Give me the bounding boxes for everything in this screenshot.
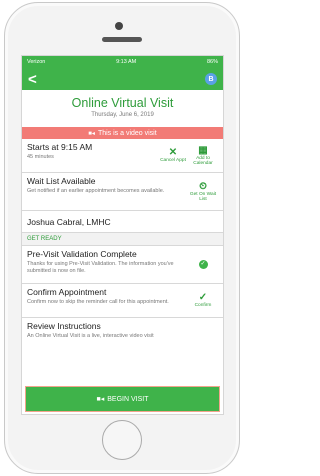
calendar-icon: ▦ bbox=[198, 144, 208, 156]
confirm-label: Confirm bbox=[194, 303, 212, 309]
pre-visit-title: Pre-Visit Validation Complete bbox=[27, 249, 137, 259]
back-chevron-icon[interactable]: < bbox=[28, 72, 37, 87]
wait-list-desc: Get notified if an earlier appointment b… bbox=[27, 188, 165, 194]
provider-row[interactable]: Joshua Cabral, LMHC bbox=[22, 211, 223, 233]
begin-visit-label: BEGIN VISIT bbox=[107, 395, 149, 403]
battery-label: 86% bbox=[206, 59, 218, 65]
confirm-title: Confirm Appointment bbox=[27, 287, 107, 297]
phone-device: Verizon 9:13 AM 86% < B Online Virtual V… bbox=[0, 0, 246, 476]
review-title: Review Instructions bbox=[27, 321, 101, 331]
video-camera-icon: ■◂ bbox=[96, 396, 105, 403]
x-icon: ✕ bbox=[168, 147, 178, 159]
app-screen: Verizon 9:13 AM 86% < B Online Virtual V… bbox=[21, 55, 224, 415]
get-on-wait-list-label: Get On Wait List bbox=[189, 191, 217, 203]
home-button[interactable] bbox=[102, 420, 142, 460]
video-visit-banner: ■◂ This is a video visit bbox=[22, 127, 223, 139]
start-time-row: Starts at 9:15 AM 45 minutes ✕ Cancel Ap… bbox=[22, 139, 223, 173]
video-camera-icon: ■◂ bbox=[88, 130, 95, 137]
visit-header: Online Virtual Visit Thursday, June 6, 2… bbox=[22, 90, 223, 127]
banner-text: This is a video visit bbox=[97, 129, 157, 137]
clock-icon: ⏲ bbox=[199, 180, 207, 192]
begin-visit-button[interactable]: ■◂ BEGIN VISIT bbox=[25, 386, 220, 412]
add-to-calendar-label: Add to Calendar bbox=[193, 155, 213, 167]
nav-bar: < B bbox=[22, 68, 223, 90]
pre-visit-desc: Thanks for using Pre-Visit Validation. T… bbox=[27, 261, 174, 274]
wait-list-row: Wait List Available Get notified if an e… bbox=[22, 173, 223, 211]
provider-name: Joshua Cabral, LMHC bbox=[27, 216, 111, 227]
cancel-appt-label: Cancel Appt bbox=[160, 158, 186, 164]
status-time: 9:13 AM bbox=[116, 59, 137, 65]
check-circle-icon: ✓ bbox=[198, 260, 208, 269]
add-to-calendar-button[interactable]: ▦ Add to Calendar bbox=[188, 142, 218, 169]
avatar[interactable]: B bbox=[205, 73, 217, 85]
review-desc: An Online Virtual Visit is a live, inter… bbox=[27, 333, 154, 339]
confirm-button[interactable]: ✓ Confirm bbox=[188, 287, 218, 314]
wait-list-title: Wait List Available bbox=[27, 176, 96, 186]
get-ready-section: GET READY bbox=[22, 233, 223, 246]
confirm-desc: Confirm now to skip the reminder call fo… bbox=[27, 299, 169, 305]
review-instructions-row[interactable]: Review Instructions An Online Virtual Vi… bbox=[22, 318, 223, 348]
cancel-appt-button[interactable]: ✕ Cancel Appt bbox=[158, 142, 188, 169]
carrier-label: Verizon bbox=[27, 59, 46, 65]
get-on-wait-list-button[interactable]: ⏲ Get On Wait List bbox=[188, 176, 218, 207]
status-bar: Verizon 9:13 AM 86% bbox=[22, 56, 223, 68]
camera-icon bbox=[115, 22, 123, 30]
checkmark-icon: ✓ bbox=[198, 292, 208, 304]
visit-date: Thursday, June 6, 2019 bbox=[91, 112, 154, 118]
earpiece bbox=[102, 37, 142, 42]
duration: 45 minutes bbox=[27, 154, 54, 160]
start-time: Starts at 9:15 AM bbox=[27, 142, 93, 152]
page-title: Online Virtual Visit bbox=[71, 96, 174, 110]
begin-visit-bar: ■◂ BEGIN VISIT bbox=[22, 384, 223, 414]
confirm-appointment-row: Confirm Appointment Confirm now to skip … bbox=[22, 284, 223, 318]
pre-visit-validation-row[interactable]: Pre-Visit Validation Complete Thanks for… bbox=[22, 246, 223, 284]
